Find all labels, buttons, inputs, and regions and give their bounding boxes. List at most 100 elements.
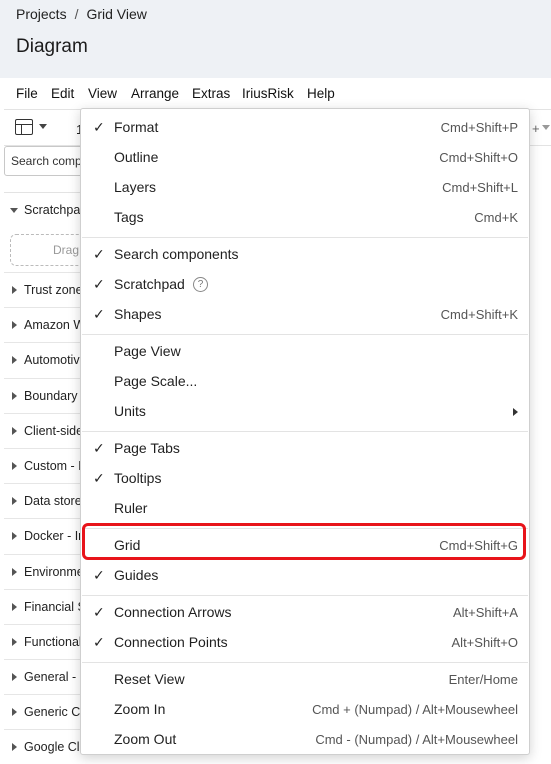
library-label: General - IriusRisk bbox=[24, 670, 84, 685]
menu-item-outline[interactable]: Outline Cmd+Shift+O bbox=[81, 143, 529, 173]
library-item[interactable]: General - IriusRisk bbox=[4, 659, 84, 694]
menu-view[interactable]: View bbox=[88, 86, 117, 101]
library-item[interactable]: Google Cloud bbox=[4, 729, 84, 764]
menu-item-units[interactable]: Units bbox=[81, 397, 529, 427]
checkmark-icon: ✓ bbox=[93, 306, 105, 322]
menu-extras[interactable]: Extras bbox=[192, 86, 230, 101]
library-item[interactable]: Amazon Web Services bbox=[4, 307, 84, 342]
library-item[interactable]: Client-side bbox=[4, 412, 84, 448]
search-components-input[interactable]: Search components bbox=[4, 146, 84, 176]
menu-divider bbox=[82, 662, 528, 663]
view-menu-dropdown: ✓ Format Cmd+Shift+P Outline Cmd+Shift+O Laye… bbox=[80, 108, 530, 755]
checkmark-icon: ✓ bbox=[93, 604, 105, 620]
breadcrumb-separator: / bbox=[74, 6, 79, 22]
library-item[interactable]: Generic Components bbox=[4, 694, 84, 729]
menu-item-label: Scratchpad bbox=[114, 276, 185, 292]
library-list: Trust zones Amazon Web Services Automoti… bbox=[4, 272, 84, 764]
menu-item-label: Page Scale... bbox=[114, 373, 198, 389]
library-label: Custom - IriusRisk bbox=[24, 458, 84, 473]
menu-iriusrisk[interactable]: IriusRisk bbox=[242, 86, 294, 101]
menu-divider bbox=[82, 431, 528, 432]
menu-item-shortcut: Cmd - (Numpad) / Alt+Mousewheel bbox=[315, 732, 518, 747]
menu-item-format[interactable]: ✓ Format Cmd+Shift+P bbox=[81, 113, 529, 143]
menu-item-guides[interactable]: ✓ Guides bbox=[81, 561, 529, 591]
menu-file[interactable]: File bbox=[16, 86, 38, 101]
menu-arrange[interactable]: Arrange bbox=[131, 86, 179, 101]
chevron-right-icon bbox=[12, 743, 17, 752]
menu-item-page-tabs[interactable]: ✓ Page Tabs bbox=[81, 434, 529, 464]
library-item[interactable]: Custom - IriusRisk bbox=[4, 447, 84, 483]
menu-edit[interactable]: Edit bbox=[51, 86, 74, 101]
menu-item-label: Outline bbox=[114, 149, 159, 165]
checkmark-icon: ✓ bbox=[93, 440, 105, 456]
library-item[interactable]: Functional bbox=[4, 623, 84, 659]
library-label: Trust zones bbox=[24, 283, 84, 297]
chevron-right-icon bbox=[12, 426, 17, 435]
checkmark-icon: ✓ bbox=[93, 567, 105, 583]
library-item[interactable]: Financial Services bbox=[4, 588, 84, 624]
chevron-right-icon bbox=[513, 408, 518, 416]
menu-item-connection-points[interactable]: ✓ Connection Points Alt+Shift+O bbox=[81, 628, 529, 658]
menu-item-reset-view[interactable]: Reset View Enter/Home bbox=[81, 665, 529, 695]
menu-item-tags[interactable]: Tags Cmd+K bbox=[81, 203, 529, 233]
menu-item-zoom-out[interactable]: Zoom Out Cmd - (Numpad) / Alt+Mousewheel bbox=[81, 725, 529, 755]
menu-item-shortcut: Cmd+Shift+O bbox=[439, 150, 518, 165]
checkmark-icon: ✓ bbox=[93, 470, 105, 486]
menu-item-search-components[interactable]: ✓ Search components bbox=[81, 240, 529, 270]
chevron-right-icon bbox=[12, 356, 17, 365]
menu-item-connection-arrows[interactable]: ✓ Connection Arrows Alt+Shift+A bbox=[81, 598, 529, 628]
chevron-down-icon[interactable] bbox=[39, 124, 47, 129]
chevron-right-icon bbox=[12, 567, 17, 576]
menu-item-shortcut: Enter/Home bbox=[448, 672, 518, 687]
menu-item-layers[interactable]: Layers Cmd+Shift+L bbox=[81, 173, 529, 203]
chevron-right-icon bbox=[12, 391, 17, 400]
menu-item-label: Ruler bbox=[114, 500, 148, 516]
menu-item-label: Reset View bbox=[114, 671, 185, 687]
menu-item-zoom-in[interactable]: Zoom In Cmd + (Numpad) / Alt+Mousewheel bbox=[81, 695, 529, 725]
scratchpad-header[interactable]: Scratchpad bbox=[4, 192, 84, 226]
menu-item-page-scale[interactable]: Page Scale... bbox=[81, 367, 529, 397]
menu-item-label: Page Tabs bbox=[114, 440, 180, 456]
menu-divider bbox=[82, 334, 528, 335]
chevron-down-icon[interactable] bbox=[542, 125, 550, 130]
library-label: Functional bbox=[24, 634, 82, 649]
menu-item-label: Tooltips bbox=[114, 470, 162, 486]
menu-help[interactable]: Help bbox=[307, 86, 335, 101]
menu-item-shapes[interactable]: ✓ Shapes Cmd+Shift+K bbox=[81, 300, 529, 330]
layout-panel-icon[interactable] bbox=[15, 119, 33, 135]
menu-item-ruler[interactable]: Ruler bbox=[81, 494, 529, 524]
menu-item-scratchpad[interactable]: ✓ Scratchpad? bbox=[81, 270, 529, 300]
library-label: Docker - IriusRisk bbox=[24, 529, 84, 544]
chevron-down-icon bbox=[10, 208, 18, 213]
chevron-right-icon bbox=[12, 286, 17, 294]
chevron-right-icon bbox=[12, 497, 17, 506]
menu-item-tooltips[interactable]: ✓ Tooltips bbox=[81, 464, 529, 494]
menu-item-label: Tags bbox=[114, 209, 144, 225]
library-item[interactable]: Docker - IriusRisk bbox=[4, 518, 84, 553]
library-item[interactable]: Trust zones bbox=[4, 272, 84, 307]
library-label: Google Cloud bbox=[24, 740, 84, 755]
menu-item-label: Search components bbox=[114, 246, 239, 262]
checkmark-icon: ✓ bbox=[93, 276, 105, 292]
library-item[interactable]: Automotive bbox=[4, 342, 84, 377]
menu-divider bbox=[82, 237, 528, 238]
toolbar-right-control[interactable]: + bbox=[532, 121, 540, 136]
chevron-right-icon bbox=[12, 461, 17, 470]
library-label: Client-side bbox=[24, 423, 84, 438]
breadcrumb-current: Grid View bbox=[86, 6, 147, 22]
library-label: Data store bbox=[24, 494, 82, 509]
menu-item-page-view[interactable]: Page View bbox=[81, 337, 529, 367]
library-label: Generic Components bbox=[24, 705, 84, 720]
library-label: Automotive bbox=[24, 353, 84, 368]
scratchpad-drop-zone[interactable]: Drag elements here bbox=[10, 234, 84, 266]
menu-item-label: Zoom Out bbox=[114, 731, 177, 747]
breadcrumb-projects-link[interactable]: Projects bbox=[16, 6, 67, 22]
library-item[interactable]: Data store bbox=[4, 483, 84, 518]
library-item[interactable]: Environment bbox=[4, 553, 84, 589]
shapes-sidebar: Search components Scratchpad Drag elemen… bbox=[4, 146, 84, 764]
library-item[interactable]: Boundary bbox=[4, 377, 84, 413]
top-header: Projects / Grid View Diagram bbox=[0, 0, 551, 78]
help-icon[interactable]: ? bbox=[193, 277, 208, 292]
menu-item-label: Page View bbox=[114, 343, 181, 359]
menu-item-label: Shapes bbox=[114, 306, 162, 322]
